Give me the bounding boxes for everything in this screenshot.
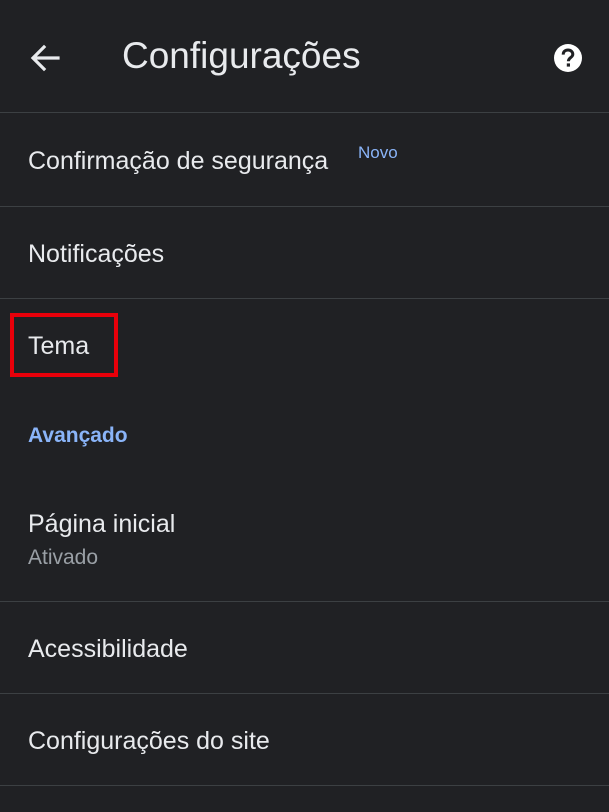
settings-item-theme[interactable]: Tema [0, 299, 609, 391]
help-circle-icon [554, 44, 582, 72]
settings-item-security-check[interactable]: Confirmação de segurança Novo [0, 113, 609, 207]
back-button[interactable] [22, 36, 66, 80]
notifications-label: Notificações [28, 240, 165, 268]
settings-item-site-settings[interactable]: Configurações do site [0, 694, 609, 786]
arrow-back-icon [30, 44, 60, 72]
security-check-label: Confirmação de segurança [28, 147, 329, 175]
settings-item-accessibility[interactable]: Acessibilidade [0, 602, 609, 694]
settings-screen: Configurações Confirmação de segurança N… [0, 0, 609, 812]
settings-item-notifications[interactable]: Notificações [0, 207, 609, 299]
page-title: Configurações [122, 35, 361, 76]
help-button[interactable] [552, 42, 584, 74]
section-header-advanced: Avançado [28, 424, 128, 447]
new-badge: Novo [358, 143, 398, 162]
homepage-label: Página inicial [28, 510, 176, 538]
site-settings-label: Configurações do site [28, 727, 270, 755]
app-toolbar: Configurações [0, 0, 609, 113]
homepage-status: Ativado [28, 546, 99, 569]
theme-label: Tema [28, 332, 90, 360]
accessibility-label: Acessibilidade [28, 635, 188, 663]
settings-item-homepage[interactable]: Página inicial Ativado [0, 480, 609, 602]
